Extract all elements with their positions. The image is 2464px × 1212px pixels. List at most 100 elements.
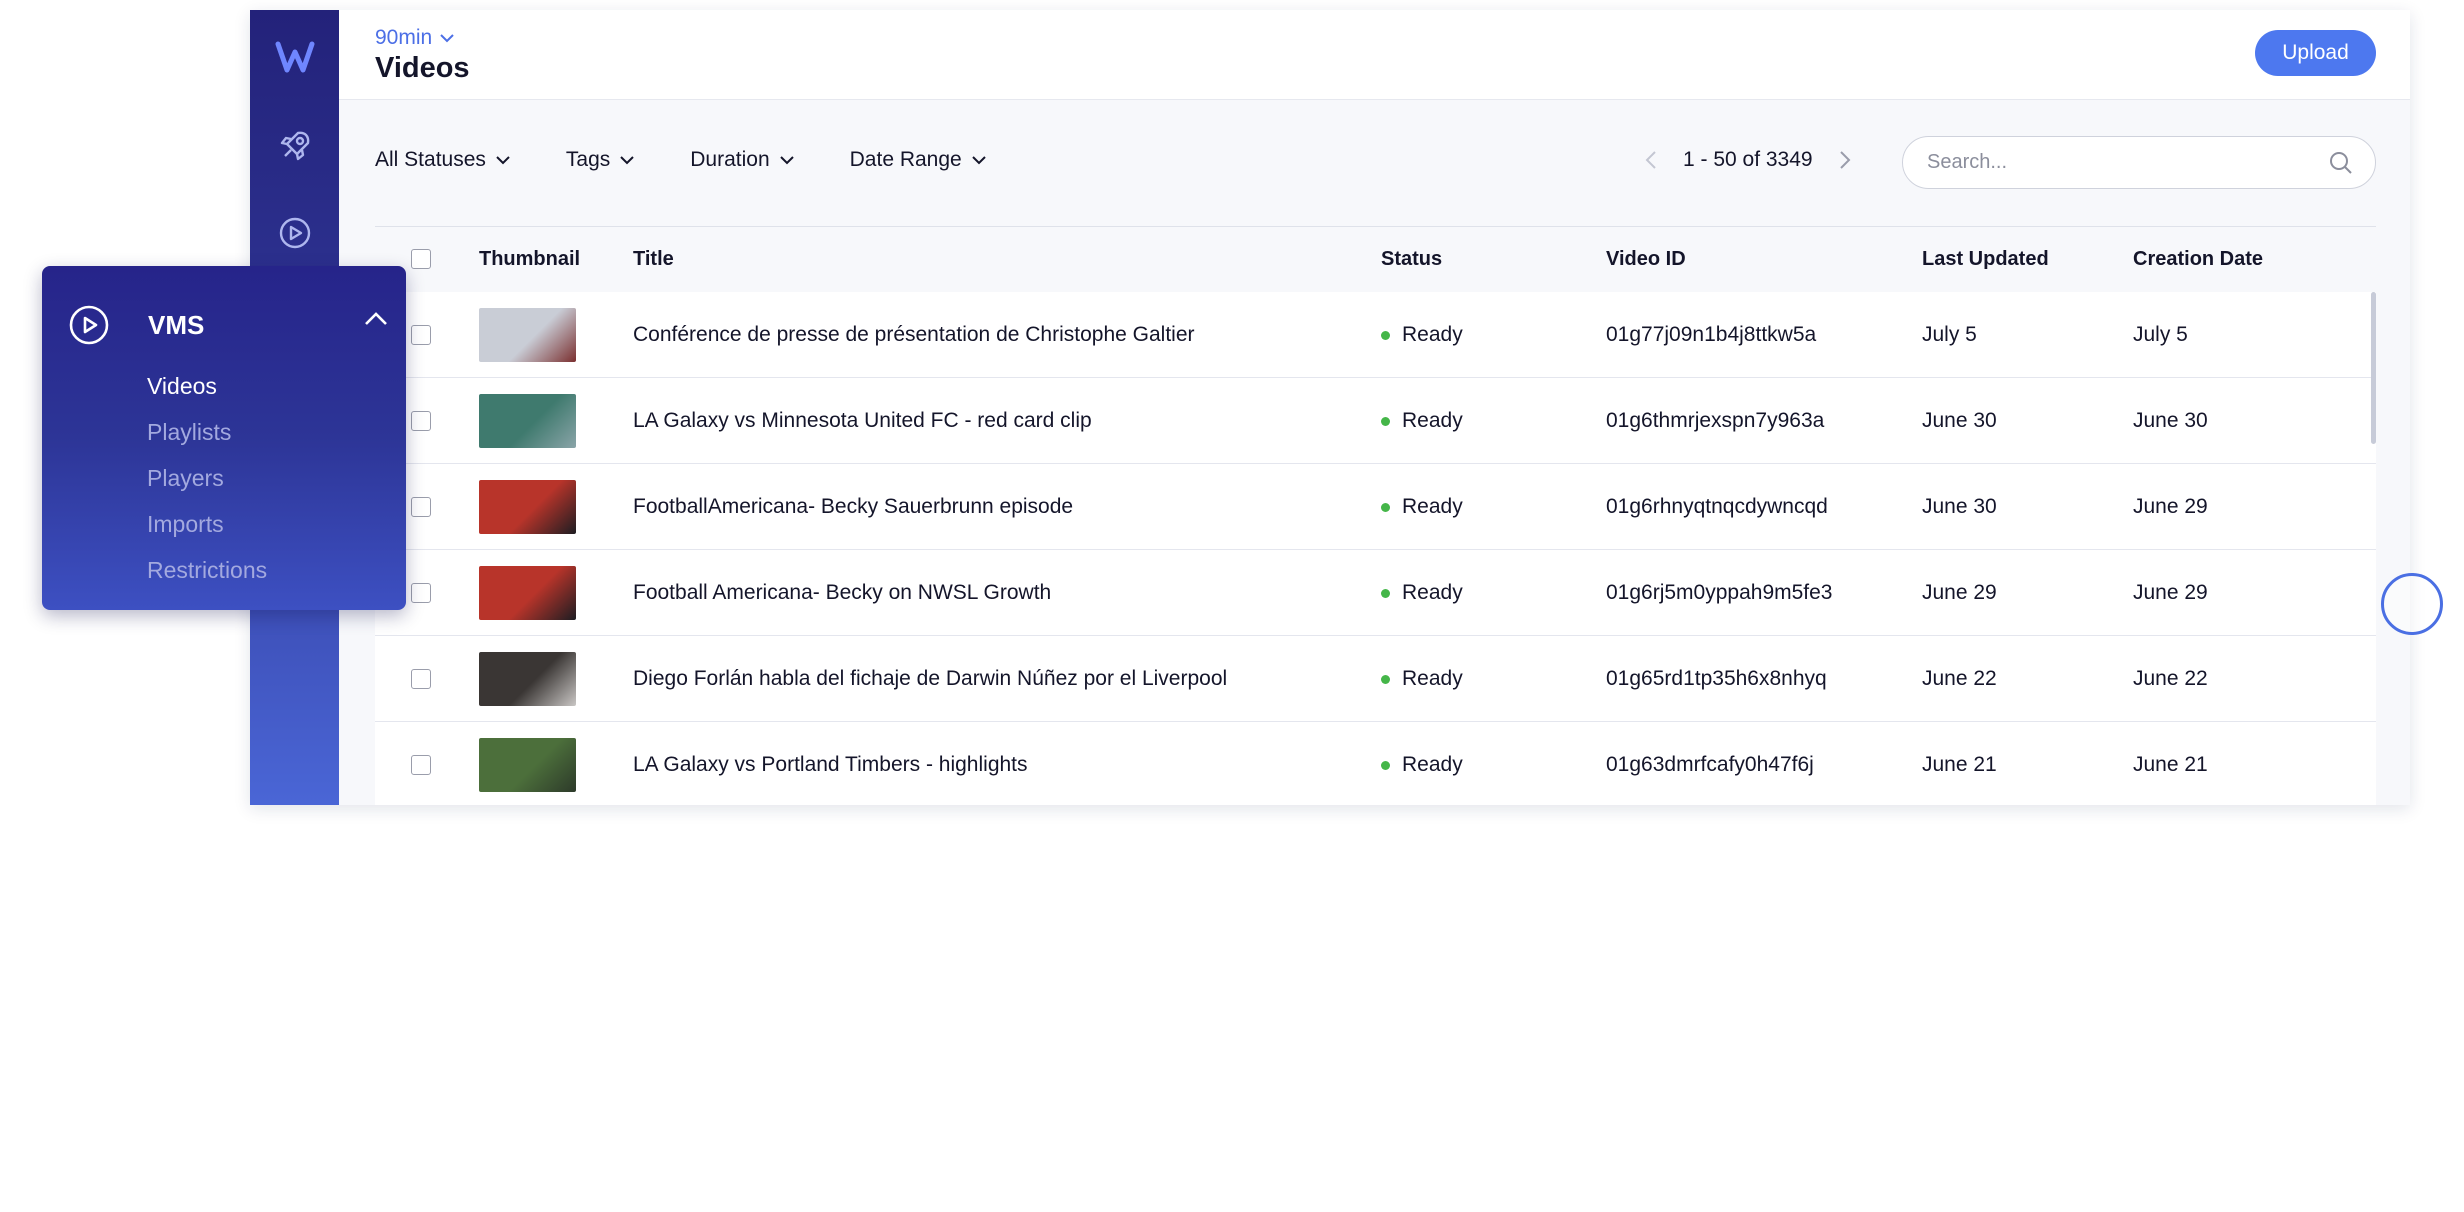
cell-title[interactable]: LA Galaxy vs Minnesota United FC - red c… [633, 378, 1092, 464]
app-window: 90min Videos Upload All Statuses Tags Du… [250, 10, 2410, 805]
cell-title[interactable]: LA Galaxy vs Portland Timbers - highligh… [633, 722, 1028, 805]
cell-status: Ready [1381, 292, 1463, 378]
vms-menu-item-playlists[interactable]: Playlists [147, 419, 231, 446]
cell-creation-date-text: June 22 [2133, 667, 2208, 690]
status-dot-icon [1381, 416, 1390, 426]
video-thumbnail[interactable] [479, 480, 576, 534]
cell-thumbnail [479, 636, 576, 722]
column-header-creation-date[interactable]: Creation Date [2133, 248, 2263, 271]
video-thumbnail[interactable] [479, 652, 576, 706]
status-filter[interactable]: All Statuses [375, 148, 510, 172]
column-header-video-id[interactable]: Video ID [1606, 248, 1686, 271]
cell-title-text: FootballAmericana- Becky Sauerbrunn epis… [633, 495, 1074, 518]
cell-video-id-text: 01g77j09n1b4j8ttkw5a [1606, 323, 1817, 346]
play-circle-icon[interactable] [250, 216, 339, 250]
cell-creation-date-text: June 29 [2133, 495, 2208, 518]
upload-button[interactable]: Upload [2255, 30, 2376, 76]
cell-last-updated: June 29 [1922, 550, 1997, 636]
table-row[interactable]: LA Galaxy vs Portland Timbers - highligh… [375, 722, 2376, 805]
column-header-status[interactable]: Status [1381, 248, 1442, 271]
chevron-down-icon [779, 155, 794, 164]
cell-status-text: Ready [1402, 409, 1463, 432]
search-icon[interactable] [2329, 151, 2353, 175]
status-filter-label: All Statuses [375, 148, 486, 171]
video-thumbnail[interactable] [479, 308, 576, 362]
cursor-indicator [2381, 573, 2443, 635]
cell-status: Ready [1381, 722, 1463, 805]
date-range-filter[interactable]: Date Range [850, 148, 986, 172]
org-selector[interactable]: 90min [375, 26, 454, 50]
cell-last-updated-text: June 29 [1922, 581, 1997, 604]
table-body: Conférence de presse de présentation de … [375, 292, 2376, 805]
search-input[interactable] [1927, 151, 2329, 174]
cell-creation-date: June 29 [2133, 464, 2208, 550]
cell-title-text: LA Galaxy vs Portland Timbers - highligh… [633, 753, 1028, 776]
brand-logo-icon[interactable] [250, 40, 339, 74]
status-dot-icon [1381, 588, 1390, 598]
vms-menu-header[interactable]: VMS [68, 304, 204, 346]
cell-creation-date: June 29 [2133, 550, 2208, 636]
table-row[interactable]: LA Galaxy vs Minnesota United FC - red c… [375, 378, 2376, 464]
row-checkbox[interactable] [411, 325, 431, 345]
table-row[interactable]: FootballAmericana- Becky Sauerbrunn epis… [375, 464, 2376, 550]
table-scrollbar[interactable] [2371, 292, 2376, 444]
cell-creation-date-text: June 21 [2133, 753, 2208, 776]
cell-title[interactable]: FootballAmericana- Becky Sauerbrunn epis… [633, 464, 1073, 550]
row-checkbox[interactable] [411, 497, 431, 517]
cell-last-updated-text: June 21 [1922, 753, 1997, 776]
chevron-right-icon[interactable] [1839, 150, 1851, 170]
table-row[interactable]: Diego Forlán habla del fichaje de Darwin… [375, 636, 2376, 722]
cell-last-updated: July 5 [1922, 292, 1977, 378]
cell-video-id: 01g6rj5m0yppah9m5fe3 [1606, 550, 1833, 636]
cell-select [411, 292, 431, 378]
cell-last-updated: June 22 [1922, 636, 1997, 722]
cell-video-id-text: 01g6rhnyqtnqcdywncqd [1606, 495, 1828, 518]
cell-video-id-text: 01g6rj5m0yppah9m5fe3 [1606, 581, 1833, 604]
vms-menu-title: VMS [148, 309, 205, 340]
video-thumbnail[interactable] [479, 738, 576, 792]
cell-title[interactable]: Conférence de presse de présentation de … [633, 292, 1195, 378]
cell-creation-date: July 5 [2133, 292, 2188, 378]
column-header-last-updated[interactable]: Last Updated [1922, 248, 2049, 271]
cell-thumbnail [479, 464, 576, 550]
vms-menu-item-players[interactable]: Players [147, 465, 224, 492]
page-header: 90min Videos Upload [339, 10, 2410, 100]
tags-filter-label: Tags [565, 148, 611, 171]
vms-menu-item-videos[interactable]: Videos [147, 373, 217, 400]
chevron-left-icon[interactable] [1645, 150, 1657, 170]
tags-filter[interactable]: Tags [566, 148, 634, 172]
duration-filter[interactable]: Duration [690, 148, 794, 172]
table-row[interactable]: Conférence de presse de présentation de … [375, 292, 2376, 378]
vms-menu-item-restrictions[interactable]: Restrictions [147, 557, 267, 584]
row-checkbox[interactable] [411, 583, 431, 603]
cell-last-updated-text: June 30 [1922, 495, 1997, 518]
row-checkbox[interactable] [411, 755, 431, 775]
cell-video-id: 01g63dmrfcafy0h47f6j [1606, 722, 1814, 805]
video-thumbnail[interactable] [479, 566, 576, 620]
cell-select [411, 378, 431, 464]
select-all-checkbox[interactable] [411, 249, 431, 269]
duration-filter-label: Duration [690, 148, 770, 171]
rocket-icon[interactable] [250, 128, 339, 164]
cell-video-id-text: 01g63dmrfcafy0h47f6j [1606, 753, 1814, 776]
video-thumbnail[interactable] [479, 394, 576, 448]
cell-title-text: Conférence de presse de présentation de … [633, 323, 1195, 346]
chevron-up-icon[interactable] [364, 312, 388, 326]
table-header: Thumbnail Title Status Video ID Last Upd… [375, 226, 2376, 292]
row-checkbox[interactable] [411, 411, 431, 431]
cell-thumbnail [479, 550, 576, 636]
chevron-down-icon [620, 155, 634, 164]
cell-last-updated: June 30 [1922, 464, 1997, 550]
cell-status: Ready [1381, 464, 1463, 550]
table-row[interactable]: Football Americana- Becky on NWSL Growth… [375, 550, 2376, 636]
chevron-down-icon [972, 155, 986, 164]
cell-title[interactable]: Football Americana- Becky on NWSL Growth [633, 550, 1051, 636]
column-header-title[interactable]: Title [633, 248, 674, 271]
vms-menu-item-imports[interactable]: Imports [147, 511, 224, 538]
cell-status-text: Ready [1402, 753, 1463, 776]
cell-status: Ready [1381, 378, 1463, 464]
pagination-range: 1 - 50 of 3349 [1683, 148, 1813, 171]
column-header-thumbnail[interactable]: Thumbnail [479, 248, 580, 271]
cell-title[interactable]: Diego Forlán habla del fichaje de Darwin… [633, 636, 1227, 722]
row-checkbox[interactable] [411, 669, 431, 689]
